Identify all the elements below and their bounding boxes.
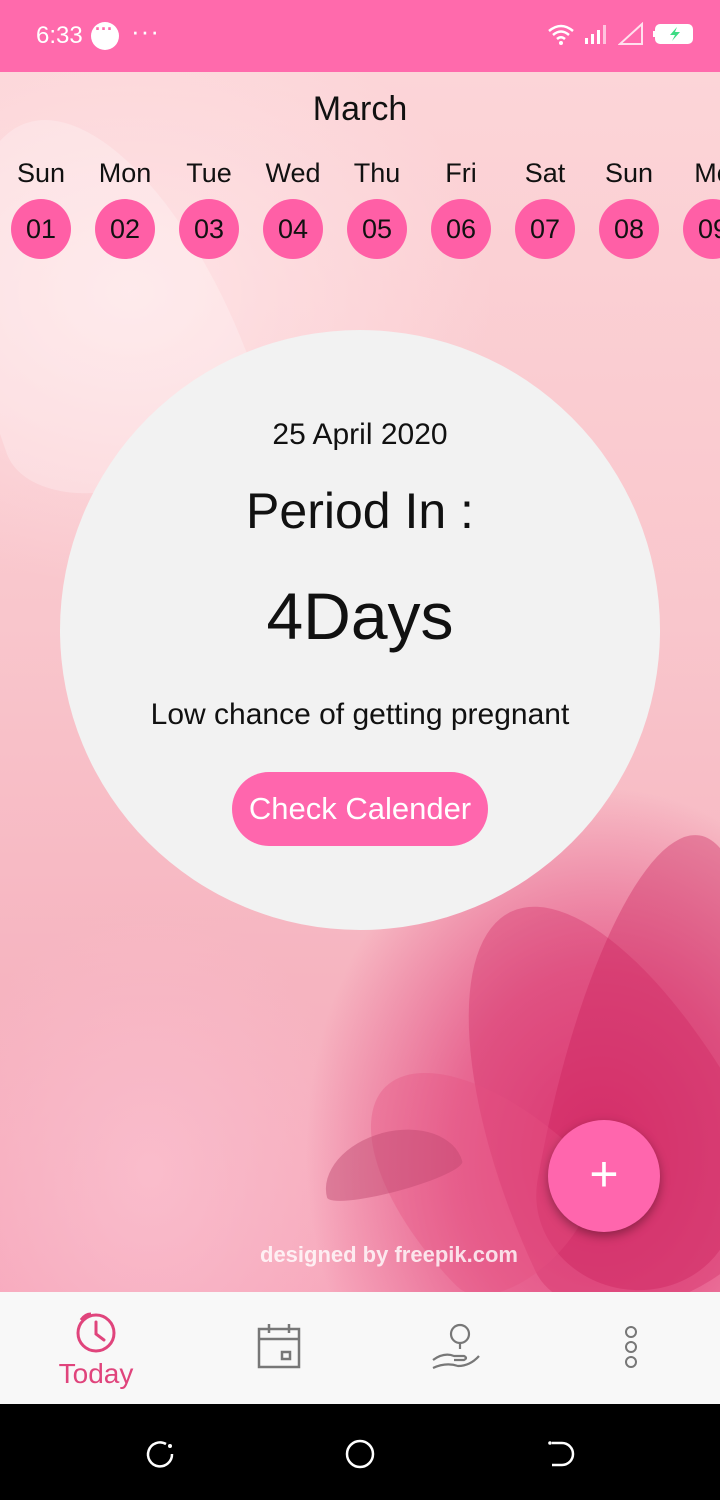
plus-icon: + [589,1146,619,1202]
bottom-navigation: Today [0,1292,720,1404]
day-date[interactable]: 05 [347,199,407,259]
day-item[interactable]: Mon 02 [90,158,160,259]
add-button[interactable]: + [548,1120,660,1232]
day-item[interactable]: Sat 07 [510,158,580,259]
day-name: Mon [98,158,152,188]
signal-icon [585,25,606,44]
nav-more[interactable] [540,1292,720,1404]
day-name: Wed [265,158,321,188]
day-item[interactable]: Sun 01 [6,158,76,259]
freepik-credit: designed by freepik.com [260,1242,518,1267]
nav-today[interactable]: Today [0,1292,180,1404]
wifi-icon [548,24,574,45]
nav-tips[interactable] [370,1292,550,1404]
day-item[interactable]: Sun 08 [594,158,664,259]
battery-charging-icon [653,24,693,44]
more-vertical-icon [625,1326,637,1368]
home-icon[interactable] [344,1438,376,1470]
day-name: Mo [694,158,720,188]
day-name: Tue [186,158,232,188]
day-date[interactable]: 04 [263,199,323,259]
status-bar: 6:33 ··· [0,0,720,72]
lightbulb-hand-icon [432,1323,480,1370]
day-name: Sun [16,158,66,188]
day-date[interactable]: 08 [599,199,659,259]
day-date[interactable]: 06 [431,199,491,259]
month-title: March [312,90,408,128]
chat-bubble-icon [91,19,119,50]
day-date[interactable]: 01 [11,199,71,259]
status-time: 6:33 [36,22,83,49]
day-name: Sat [524,158,566,188]
pregnancy-chance: Low chance of getting pregnant [150,698,570,731]
day-item[interactable]: Fri 06 [426,158,496,259]
day-name: Sun [604,158,654,188]
recent-apps-icon[interactable] [144,1438,176,1470]
day-item[interactable]: Thu 05 [342,158,412,259]
current-date: 25 April 2020 [272,418,448,451]
calendar-icon [257,1324,301,1369]
nav-today-label: Today [58,1358,134,1389]
status-overflow: ··· [131,16,160,46]
clock-icon [76,1312,116,1353]
day-item[interactable]: Tue 03 [174,158,244,259]
day-date[interactable]: 02 [95,199,155,259]
period-summary-card: 25 April 2020 Period In : 4Days Low chan… [60,330,660,930]
signal-empty-icon [618,22,643,45]
check-calendar-button[interactable]: Check Calender [232,772,488,846]
period-label: Period In : [246,483,474,539]
status-icons [546,22,696,46]
day-date[interactable]: 07 [515,199,575,259]
day-item[interactable]: Mo 09 [678,158,720,259]
nav-calendar[interactable] [190,1292,370,1404]
main-content: March Sun 01 Mon 02 Tue 03 Wed 04 Thu 05… [0,72,720,1292]
day-date[interactable]: 09 [683,199,720,259]
back-icon[interactable] [544,1438,576,1470]
day-date[interactable]: 03 [179,199,239,259]
days-until-period: 4Days [266,579,454,653]
day-name: Fri [445,158,477,188]
day-item[interactable]: Wed 04 [258,158,328,259]
day-strip[interactable]: Sun 01 Mon 02 Tue 03 Wed 04 Thu 05 Fri 0… [0,158,720,259]
system-navigation-bar [0,1404,720,1500]
day-name: Thu [353,158,401,188]
